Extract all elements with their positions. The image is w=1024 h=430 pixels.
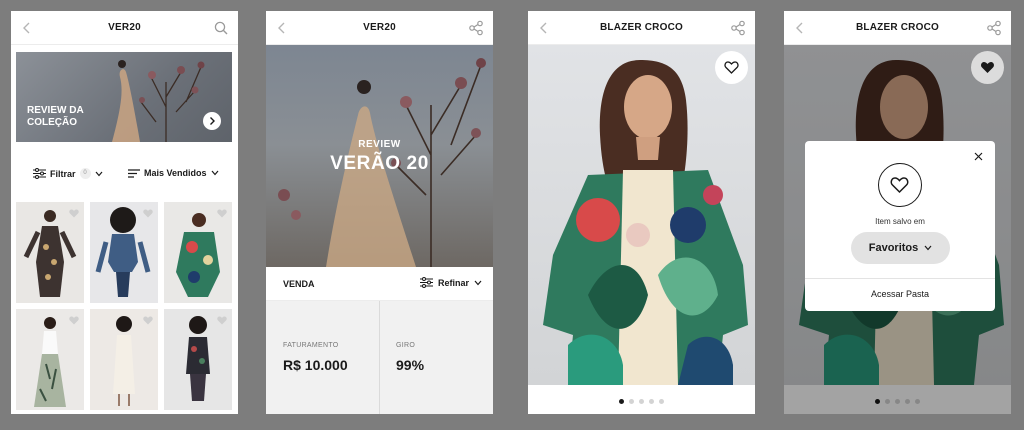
- heart-icon: [724, 61, 739, 74]
- page-title: BLAZER CROCO: [856, 22, 939, 33]
- screen-product-saved: BLAZER CROCO Item salvo em Favoritos Ace…: [784, 11, 1011, 414]
- carousel-dot[interactable]: [639, 399, 644, 404]
- chevron-down-icon: [924, 245, 932, 251]
- stat-value: R$ 10.000: [283, 357, 348, 373]
- chevron-down-icon: [95, 171, 102, 176]
- carousel-dot[interactable]: [649, 399, 654, 404]
- hero-kicker: REVIEW: [358, 139, 401, 150]
- filter-button[interactable]: Filtrar 0: [33, 168, 103, 179]
- saved-message: Item salvo em: [875, 217, 925, 226]
- heart-icon[interactable]: [69, 316, 79, 325]
- heart-icon[interactable]: [217, 316, 227, 325]
- header: BLAZER CROCO: [528, 11, 755, 45]
- screen-collection-list: VER20 REVIEW DA COLEÇÃO Filtrar 0 Mais V…: [11, 11, 238, 414]
- open-folder-link[interactable]: Acessar Pasta: [805, 289, 995, 299]
- product-thumbnail[interactable]: [16, 202, 84, 303]
- heart-icon: [981, 62, 994, 73]
- sort-label: Mais Vendidos: [144, 168, 207, 178]
- screen-review-stats: VER20 REVIEW VERÃO 20 VENDA Refinar FATU…: [266, 11, 493, 414]
- page-title: VER20: [363, 22, 396, 33]
- carousel-dot[interactable]: [659, 399, 664, 404]
- heart-icon[interactable]: [69, 209, 79, 218]
- banner-next-button[interactable]: [203, 112, 221, 130]
- stats-panel: FATURAMENTO R$ 10.000 GIRO 99%: [266, 301, 493, 414]
- header: BLAZER CROCO: [784, 11, 1011, 45]
- page-title: BLAZER CROCO: [600, 22, 683, 33]
- divider: [805, 278, 995, 279]
- product-photo[interactable]: [528, 45, 755, 385]
- carousel-dot[interactable]: [619, 399, 624, 404]
- favorite-button[interactable]: [715, 51, 748, 84]
- product-image: [543, 60, 748, 385]
- collection-banner[interactable]: REVIEW DA COLEÇÃO: [16, 52, 232, 142]
- heart-icon: [890, 177, 909, 194]
- product-thumbnail[interactable]: [90, 202, 158, 303]
- share-icon[interactable]: [986, 20, 1002, 36]
- share-icon[interactable]: [730, 20, 746, 36]
- heart-icon[interactable]: [217, 209, 227, 218]
- page-title: VER20: [108, 22, 141, 33]
- filter-icon: [33, 168, 46, 179]
- stat-label: GIRO: [396, 342, 416, 349]
- collection-hero: REVIEW VERÃO 20: [266, 45, 493, 267]
- header: VER20: [11, 11, 238, 45]
- banner-text: REVIEW DA COLEÇÃO: [27, 105, 84, 128]
- search-icon[interactable]: [213, 20, 229, 36]
- section-label: VENDA: [283, 279, 315, 289]
- refine-label: Refinar: [437, 277, 469, 288]
- favorite-button[interactable]: [971, 51, 1004, 84]
- chevron-down-icon: [474, 280, 482, 285]
- stat-turnover: GIRO 99%: [380, 301, 493, 414]
- chevron-right-icon: [210, 117, 215, 125]
- carousel-indicator: [528, 399, 755, 404]
- heart-icon[interactable]: [143, 209, 153, 218]
- section-bar: VENDA Refinar: [266, 267, 493, 301]
- folder-select[interactable]: Favoritos: [851, 232, 950, 264]
- hero-title: VERÃO 20: [330, 153, 429, 174]
- header: VER20: [266, 11, 493, 45]
- stat-label: FATURAMENTO: [283, 342, 339, 349]
- carousel-dot[interactable]: [629, 399, 634, 404]
- filter-bar: Filtrar 0 Mais Vendidos: [11, 164, 238, 184]
- product-thumbnail[interactable]: [164, 309, 232, 410]
- chevron-down-icon: [211, 170, 218, 176]
- screen-product-detail: BLAZER CROCO: [528, 11, 755, 414]
- refine-button[interactable]: Refinar: [419, 277, 482, 288]
- filter-icon: [419, 277, 433, 288]
- share-icon[interactable]: [468, 20, 484, 36]
- product-thumbnail[interactable]: [16, 309, 84, 410]
- stat-revenue: FATURAMENTO R$ 10.000: [266, 301, 379, 414]
- sort-button[interactable]: Mais Vendidos: [128, 168, 219, 178]
- filter-count-badge: 0: [79, 168, 91, 179]
- close-icon[interactable]: [974, 152, 983, 161]
- filter-label: Filtrar: [50, 168, 76, 179]
- heart-icon[interactable]: [143, 316, 153, 325]
- folder-name: Favoritos: [868, 242, 919, 254]
- stat-value: 99%: [396, 357, 425, 373]
- product-thumbnail[interactable]: [164, 202, 232, 303]
- product-thumbnail[interactable]: [90, 309, 158, 410]
- saved-badge: [878, 163, 922, 207]
- saved-item-modal: Item salvo em Favoritos Acessar Pasta: [805, 141, 995, 311]
- sort-icon: [128, 168, 140, 178]
